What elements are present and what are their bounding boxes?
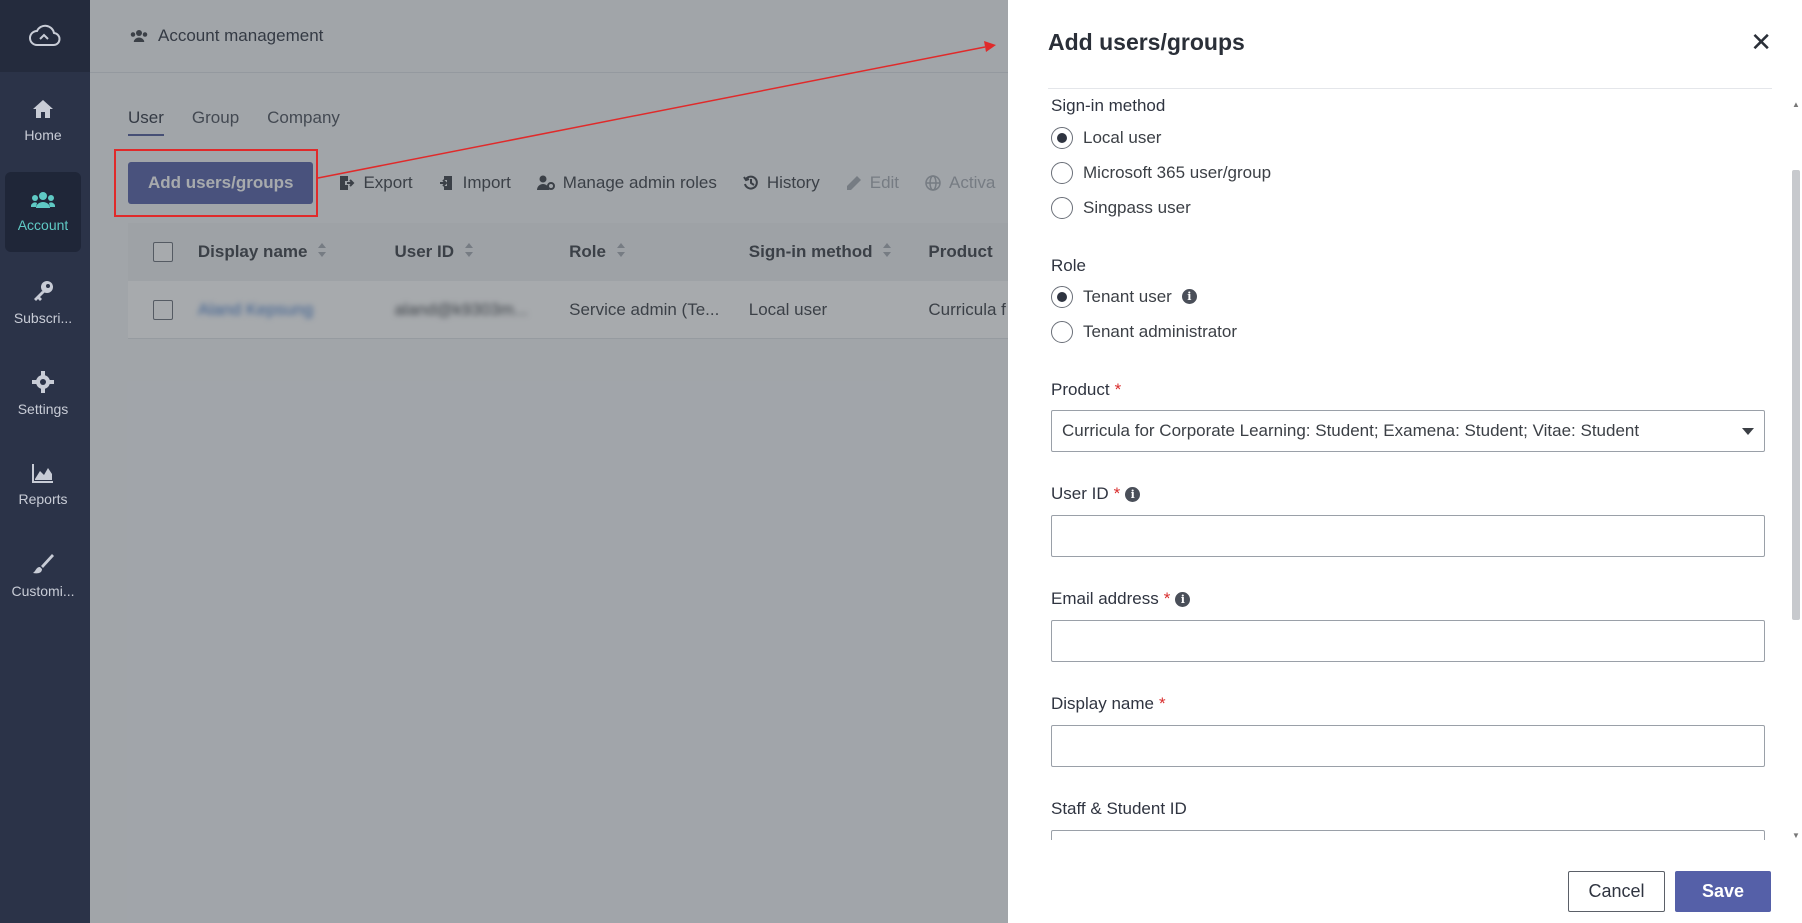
nav-home[interactable]: Home [5, 81, 81, 161]
users-icon [31, 192, 55, 208]
panel-divider [1048, 88, 1772, 89]
nav-reports[interactable]: Reports [5, 445, 81, 525]
panel-title: Add users/groups [1048, 28, 1245, 55]
panel-footer: Cancel Save [1568, 871, 1771, 912]
radio-tenant-administrator[interactable]: Tenant administrator [1051, 314, 1237, 349]
panel-form: Sign-in method Local user Microsoft 365 … [1051, 96, 1765, 840]
cancel-button[interactable]: Cancel [1568, 871, 1665, 912]
radio-microsoft-365[interactable]: Microsoft 365 user/group [1051, 155, 1271, 190]
radio-button[interactable] [1051, 161, 1073, 184]
email-label: Email address * i [1051, 589, 1191, 609]
nav-customization[interactable]: Customi... [5, 536, 81, 616]
required-mark: * [1163, 589, 1171, 608]
nav-label-customization: Customi... [11, 583, 75, 599]
role-label: Role [1051, 256, 1086, 275]
user-id-label: User ID * i [1051, 484, 1141, 504]
nav-settings[interactable]: Settings [5, 354, 81, 434]
signin-method-label: Sign-in method [1051, 96, 1166, 115]
info-icon[interactable]: i [1125, 486, 1141, 502]
modal-backdrop[interactable] [90, 0, 1008, 923]
display-name-label: Display name * [1051, 694, 1166, 713]
nav-label-home: Home [24, 127, 62, 143]
product-select[interactable]: Curricula for Corporate Learning: Studen… [1051, 410, 1765, 452]
radio-tenant-user[interactable]: Tenant user i [1051, 279, 1237, 314]
info-icon[interactable]: i [1175, 591, 1191, 607]
chart-icon [32, 464, 53, 483]
gear-icon [32, 371, 54, 393]
role-group: Tenant user i Tenant administrator [1051, 279, 1237, 349]
home-icon [33, 100, 53, 118]
key-icon [34, 281, 53, 301]
radio-singpass[interactable]: Singpass user [1051, 190, 1271, 225]
app-logo[interactable] [0, 0, 90, 72]
radio-local-user[interactable]: Local user [1051, 120, 1271, 155]
radio-button[interactable] [1051, 320, 1073, 343]
brush-icon [33, 554, 54, 574]
panel-scrollbar[interactable]: ▲ ▼ [1790, 100, 1802, 840]
product-label: Product * [1051, 380, 1122, 399]
nav-label-account: Account [17, 217, 69, 233]
user-id-input[interactable] [1051, 515, 1765, 557]
required-mark: * [1113, 484, 1121, 503]
radio-button[interactable] [1051, 196, 1073, 219]
info-icon[interactable]: i [1181, 289, 1197, 304]
scroll-up-icon[interactable]: ▲ [1792, 100, 1800, 109]
required-mark: * [1159, 694, 1166, 713]
scroll-thumb[interactable] [1792, 170, 1800, 620]
nav-label-settings: Settings [17, 401, 69, 417]
nav-account[interactable]: Account [5, 172, 81, 252]
staff-student-id-input[interactable] [1051, 830, 1765, 840]
staff-student-id-label: Staff & Student ID [1051, 799, 1187, 818]
nav-label-reports: Reports [18, 491, 68, 507]
email-input[interactable] [1051, 620, 1765, 662]
annotation-highlight-box [114, 149, 318, 217]
sidebar: Home Account Subscri... Settings Reports… [0, 0, 90, 923]
nav-subscriptions[interactable]: Subscri... [5, 263, 81, 343]
product-value: Curricula for Corporate Learning: Studen… [1062, 421, 1640, 440]
required-mark: * [1114, 380, 1122, 399]
signin-method-group: Local user Microsoft 365 user/group Sing… [1051, 120, 1271, 225]
radio-button[interactable] [1051, 285, 1073, 308]
radio-button[interactable] [1051, 126, 1073, 149]
close-icon[interactable]: ✕ [1750, 27, 1772, 58]
chevron-down-icon [1742, 427, 1754, 435]
nav-label-subscriptions: Subscri... [13, 310, 73, 326]
scroll-down-icon[interactable]: ▼ [1792, 831, 1800, 840]
cloud-icon [29, 24, 61, 46]
display-name-input[interactable] [1051, 725, 1765, 767]
save-button[interactable]: Save [1675, 871, 1771, 912]
add-users-panel: Add users/groups ✕ Sign-in method Local … [1008, 0, 1802, 923]
